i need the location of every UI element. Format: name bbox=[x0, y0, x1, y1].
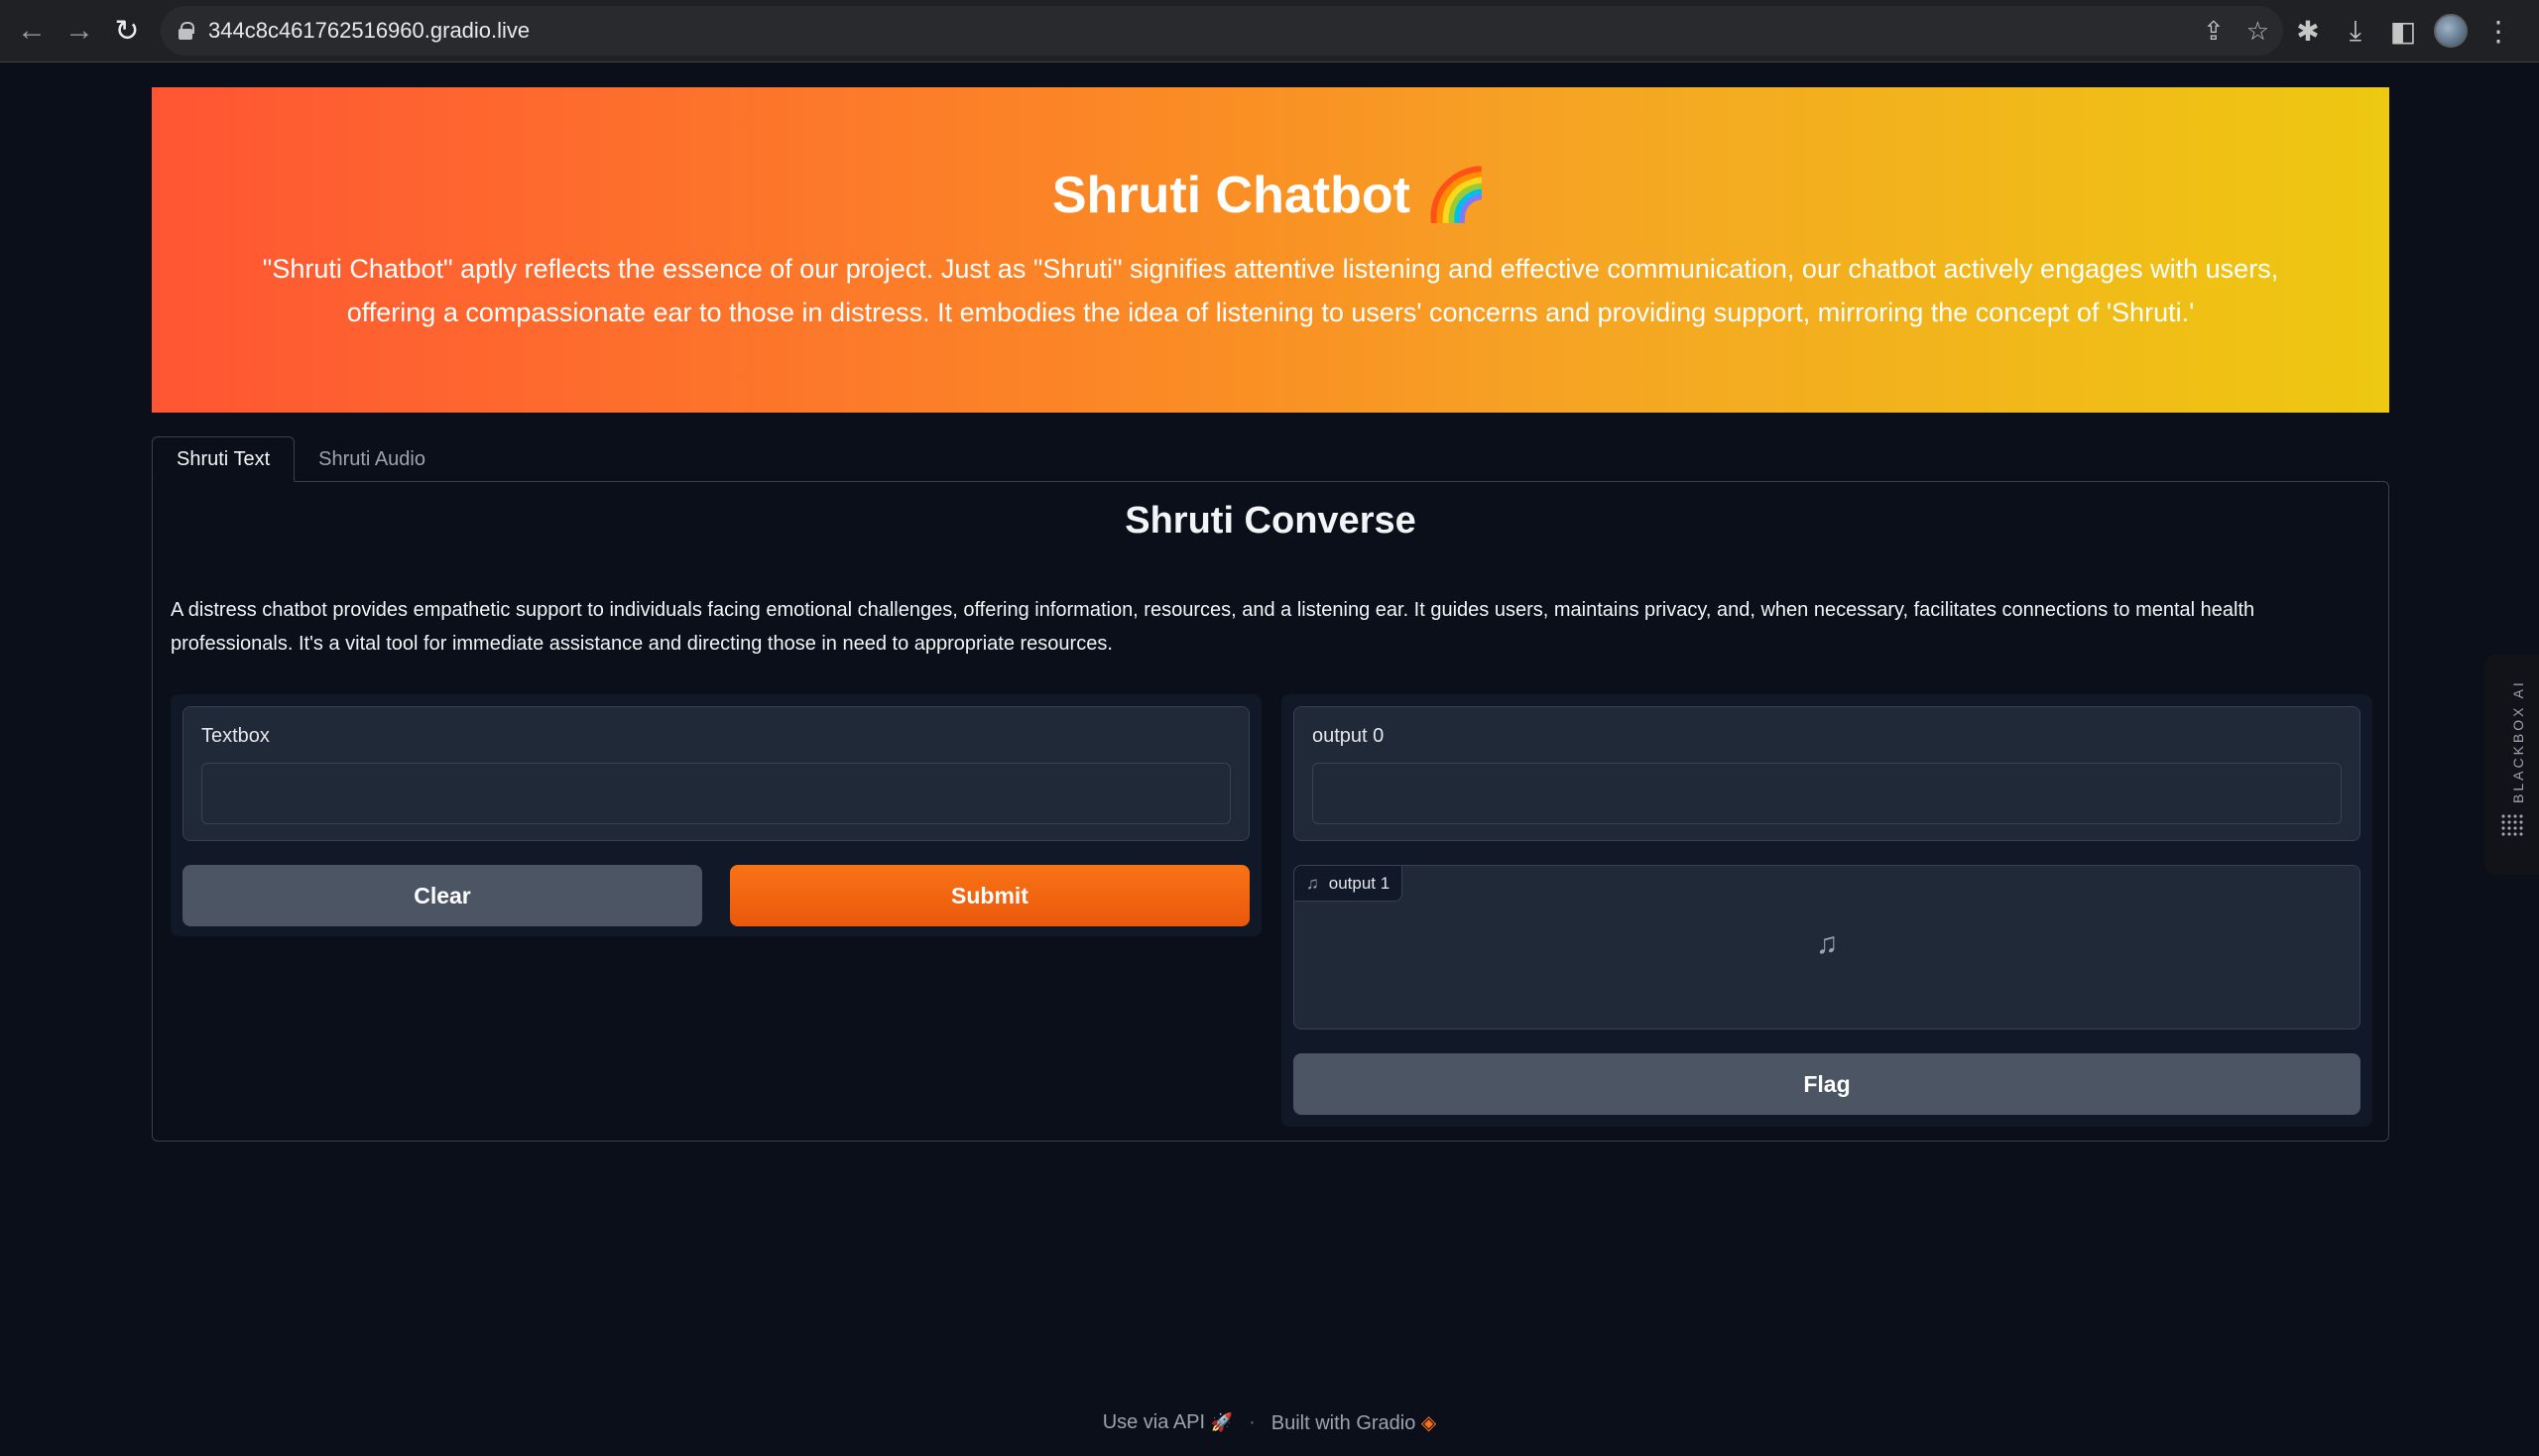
textbox-label: Textbox bbox=[201, 725, 270, 747]
music-note-icon: ♫ bbox=[1306, 873, 1319, 893]
output-audio-label: ♫ output 1 bbox=[1294, 866, 1403, 902]
star-icon[interactable]: ☆ bbox=[2246, 16, 2269, 47]
lock-icon bbox=[179, 22, 194, 40]
submit-button[interactable]: Submit bbox=[730, 865, 1250, 926]
output-text-field[interactable] bbox=[1312, 763, 2342, 824]
header-banner: Shruti Chatbot 🌈 "Shruti Chatbot" aptly … bbox=[152, 87, 2389, 413]
forward-button[interactable]: → bbox=[56, 7, 103, 55]
sidepanel-icon[interactable]: ◧ bbox=[2386, 15, 2420, 48]
reload-icon: ↻ bbox=[114, 14, 140, 48]
interface-description: A distress chatbot provides empathetic s… bbox=[171, 599, 2255, 655]
kebab-menu-icon[interactable]: ⋮ bbox=[2481, 15, 2515, 48]
url-text[interactable]: 344c8c461762516960.gradio.live bbox=[208, 18, 530, 44]
back-button[interactable]: ← bbox=[8, 7, 56, 55]
browser-toolbar: ← → ↻ 344c8c461762516960.gradio.live ⇪ ☆… bbox=[0, 0, 2539, 62]
output-text-block: output 0 bbox=[1293, 706, 2360, 841]
built-with-gradio-link[interactable]: Built with Gradio ◈ bbox=[1271, 1410, 1437, 1435]
footer: Use via API 🚀 · Built with Gradio ◈ bbox=[0, 1410, 2539, 1435]
footer-separator: · bbox=[1249, 1411, 1256, 1433]
clear-button[interactable]: Clear bbox=[182, 865, 702, 926]
blackbox-side-tab[interactable]: BLACKBOX AI bbox=[2484, 655, 2539, 875]
textbox-input[interactable] bbox=[201, 763, 1231, 824]
output-audio-block: ♫ output 1 ♫ bbox=[1293, 865, 2360, 1030]
interface-title: Shruti Converse bbox=[1125, 500, 1416, 542]
tab-shruti-audio[interactable]: Shruti Audio bbox=[295, 436, 449, 482]
puzzle-icon[interactable]: ✱ bbox=[2291, 15, 2325, 48]
tab-panel: Shruti Converse A distress chatbot provi… bbox=[152, 481, 2389, 1142]
tab-bar: Shruti Text Shruti Audio bbox=[152, 436, 449, 482]
flag-button[interactable]: Flag bbox=[1293, 1053, 2360, 1115]
page-title: Shruti Chatbot 🌈 bbox=[1051, 167, 1490, 224]
blackbox-logo-icon bbox=[2500, 813, 2524, 837]
use-via-api-link[interactable]: Use via API 🚀 bbox=[1103, 1411, 1233, 1434]
share-icon[interactable]: ⇪ bbox=[2203, 16, 2225, 47]
arrow-right-icon: → bbox=[64, 14, 94, 47]
header-description: "Shruti Chatbot" aptly reflects the esse… bbox=[262, 254, 2279, 327]
use-via-api-text: Use via API bbox=[1102, 1411, 1206, 1433]
output-audio-label-text: output 1 bbox=[1328, 873, 1390, 893]
rocket-icon: 🚀 bbox=[1210, 1412, 1234, 1432]
built-with-gradio-text: Built with Gradio bbox=[1270, 1412, 1416, 1434]
address-bar[interactable]: 344c8c461762516960.gradio.live ⇪ ☆ bbox=[161, 6, 2283, 56]
arrow-left-icon: ← bbox=[17, 14, 47, 47]
side-tab-label: BLACKBOX AI bbox=[2510, 679, 2526, 803]
output-text-label: output 0 bbox=[1312, 725, 1385, 747]
download-icon[interactable]: ⤓ bbox=[2339, 15, 2372, 48]
input-column: Textbox Clear Submit bbox=[171, 694, 1262, 936]
gradio-logo-icon: ◈ bbox=[1420, 1412, 1437, 1434]
reload-button[interactable]: ↻ bbox=[103, 7, 151, 55]
profile-avatar[interactable] bbox=[2434, 14, 2468, 48]
output-column: output 0 ♫ output 1 ♫ Flag bbox=[1281, 694, 2372, 1127]
textbox-block: Textbox bbox=[182, 706, 1250, 841]
audio-placeholder-icon: ♫ bbox=[1815, 927, 1839, 960]
tab-shruti-text[interactable]: Shruti Text bbox=[152, 436, 296, 482]
